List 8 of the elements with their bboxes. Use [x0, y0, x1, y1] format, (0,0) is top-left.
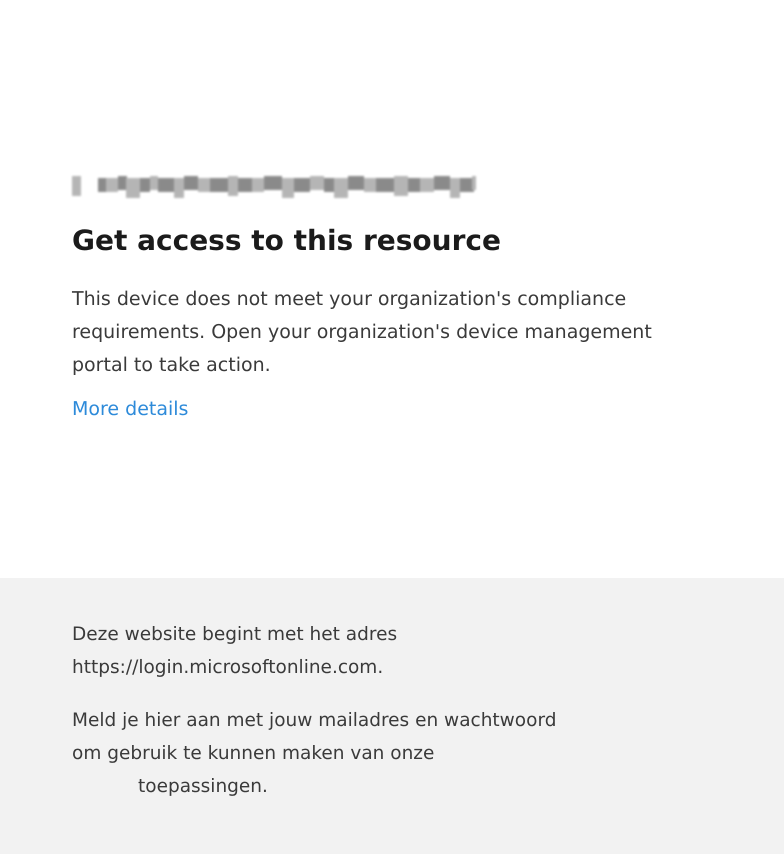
footer-text-line: om gebruik te kunnen maken van onze [72, 742, 434, 766]
more-details-link[interactable]: More details [72, 398, 188, 420]
footer-text-line: toepassingen. [138, 775, 268, 799]
description-text: This device does not meet your organization's compliance requirements. Open your organization's device management portal to take action. [72, 287, 653, 378]
footer-text-line: https://login.microsoftonline.com. [72, 656, 384, 680]
page-heading: Get access to this resource [72, 224, 502, 257]
footer-text-line: Deze website begint met het adres [72, 623, 398, 647]
footer-text-line: Meld je hier aan met jouw mailadres en wachtwoord [72, 709, 556, 733]
